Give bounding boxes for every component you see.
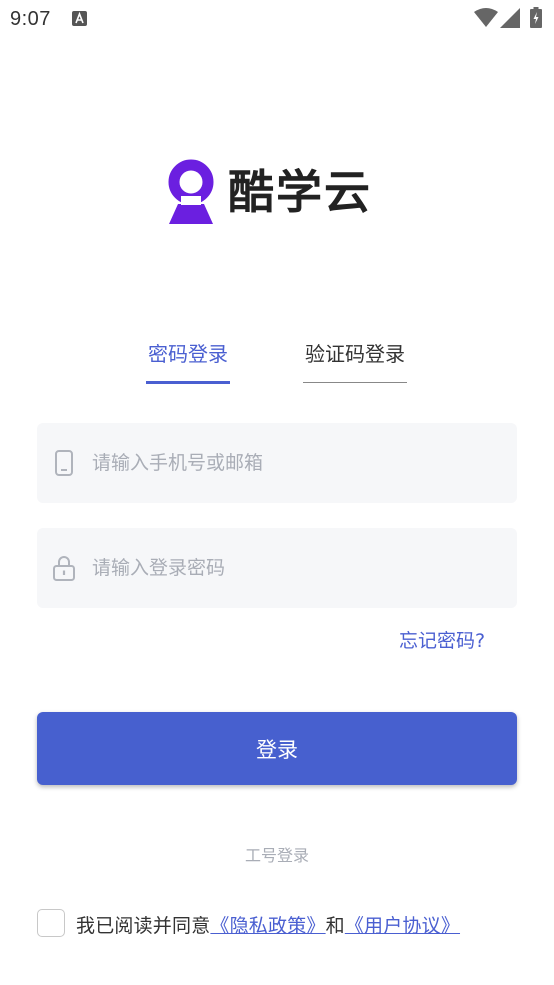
wifi-icon	[474, 8, 498, 27]
tab-code-login-label: 验证码登录	[305, 342, 405, 366]
login-button[interactable]: 登录	[37, 712, 517, 785]
user-agreement-link[interactable]: 《用户协议》	[345, 915, 460, 937]
agreement-prefix: 我已阅读并同意	[76, 915, 211, 937]
agreement-text: 我已阅读并同意《隐私政策》和《用户协议》	[76, 911, 460, 938]
forgot-password-link[interactable]: 忘记密码?	[399, 626, 485, 653]
employee-id-login-link[interactable]: 工号登录	[0, 842, 554, 866]
logo-text: 酷学云	[228, 165, 372, 219]
status-time: 9:07	[10, 8, 51, 30]
status-bar: 9:07	[0, 0, 554, 38]
battery-charging-icon	[530, 7, 542, 28]
kuxueyun-logo-icon	[168, 159, 214, 224]
cellular-signal-icon	[500, 8, 520, 28]
account-input[interactable]	[92, 423, 502, 503]
account-field	[37, 423, 517, 503]
privacy-policy-link[interactable]: 《隐私政策》	[210, 915, 325, 937]
agreement-conjunction: 和	[325, 915, 345, 937]
lock-icon	[53, 556, 75, 581]
password-input[interactable]	[92, 528, 502, 608]
tab-password-login[interactable]: 密码登录	[146, 336, 230, 384]
tab-active-indicator	[146, 381, 230, 384]
password-field	[37, 528, 517, 608]
tab-underline	[303, 382, 407, 383]
agreement-checkbox[interactable]	[37, 909, 65, 937]
tab-code-login[interactable]: 验证码登录	[303, 336, 407, 384]
phone-icon	[55, 450, 73, 476]
notification-a-icon	[72, 11, 87, 26]
tab-password-login-label: 密码登录	[148, 342, 228, 366]
